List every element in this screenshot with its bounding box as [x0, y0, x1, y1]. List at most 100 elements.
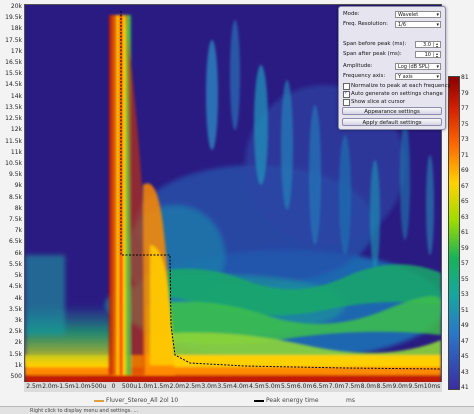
- span-before-label: Span before peak (ms):: [343, 41, 407, 47]
- frequency-axis-label: Frequency axis:: [343, 73, 386, 79]
- y-tick-label: 6.5k: [8, 238, 22, 246]
- show-slice-label: Show slice at cursor: [351, 99, 406, 105]
- x-tick-label: 2.0m: [42, 383, 58, 390]
- color-tick-label: 47: [461, 337, 469, 345]
- color-tick-label: 41: [461, 384, 469, 391]
- y-tick-label: 9.5k: [8, 171, 22, 179]
- y-tick-label: 12.5k: [5, 115, 22, 123]
- y-tick-label: 17.5k: [5, 36, 22, 44]
- show-slice-checkbox[interactable]: [343, 99, 350, 106]
- x-tick-label: 5.5m: [281, 383, 297, 390]
- x-tick-label: -500u: [88, 383, 107, 390]
- x-tick-label: 6.5m: [312, 383, 329, 390]
- normalize-checkbox[interactable]: [343, 83, 350, 90]
- x-tick-label: 10ms: [423, 383, 441, 390]
- legend: Fluver_Stereo_All 2ol 10 Peak energy tim…: [24, 396, 442, 406]
- x-tick-label: 3.5m: [217, 383, 233, 390]
- y-tick-label: 12k: [10, 126, 22, 134]
- x-tick-label: 4.5m: [249, 383, 265, 390]
- x-tick-label: 500u: [121, 383, 138, 390]
- color-tick-label: 45: [461, 353, 469, 360]
- y-tick-label: 17k: [10, 47, 22, 55]
- wavelet-settings-panel: Mode: Wavelet Freq. Resolution: 1/6 Span…: [338, 6, 451, 130]
- y-tick-label: 6k: [14, 249, 22, 257]
- y-tick-label: 500: [10, 373, 22, 380]
- freq-resolution-dropdown[interactable]: 1/6: [395, 21, 441, 29]
- y-tick-label: 5k: [14, 272, 22, 280]
- frequency-axis-dropdown[interactable]: Y axis: [395, 73, 441, 81]
- series-2-label: Peak energy time: [266, 397, 319, 404]
- span-after-input[interactable]: 10 ▴ ▾: [415, 51, 441, 59]
- legend-series-2[interactable]: Peak energy time: [254, 397, 319, 404]
- x-tick-label: 1.5m: [153, 383, 170, 390]
- amplitude-label: Amplitude:: [343, 63, 373, 69]
- frequency-axis: 20k 19.5k 18k 17.5k 17k 16.5k 15.5k 14.5k 14k 13.…: [0, 0, 24, 392]
- color-tick-label: 79: [461, 89, 469, 97]
- amplitude-dropdown[interactable]: Log (dB SPL): [395, 63, 441, 71]
- mode-label: Mode:: [343, 11, 360, 17]
- color-tick-label: 59: [461, 244, 469, 252]
- x-tick-label: 9.0m: [392, 383, 408, 390]
- series-1-swatch: [94, 399, 104, 402]
- y-tick-label: 4.5k: [8, 283, 22, 291]
- y-tick-label: 13.5k: [5, 103, 22, 111]
- x-tick-label: -1.0m: [72, 383, 91, 390]
- y-tick-label: 7.5k: [8, 216, 22, 224]
- y-tick-label: 9k: [14, 182, 22, 190]
- series-2-unit: ms: [346, 397, 355, 404]
- x-tick-label: 3.0m: [201, 383, 217, 390]
- color-tick-label: 61: [461, 229, 469, 236]
- y-tick-label: 4k: [14, 294, 22, 302]
- y-tick-label: 1k: [14, 361, 22, 369]
- color-scale-bar: [448, 76, 460, 390]
- auto-generate-checkbox[interactable]: [343, 90, 350, 98]
- x-tick-label: 2.0m: [169, 383, 185, 390]
- y-tick-label: 11.5k: [5, 137, 22, 145]
- x-tick-label: -1.5m: [57, 383, 75, 390]
- color-tick-label: 63: [461, 213, 469, 221]
- y-tick-label: 7k: [14, 227, 22, 235]
- apply-default-settings-button[interactable]: Apply default settings: [342, 118, 442, 126]
- legend-series-1[interactable]: Fluver_Stereo_All 2ol 10: [94, 397, 178, 404]
- color-tick-label: 81: [461, 74, 469, 81]
- color-tick-label: 57: [461, 260, 469, 267]
- y-tick-label: 3.5k: [8, 305, 22, 313]
- x-tick-label: 7.5m: [344, 383, 361, 390]
- span-after-label: Span after peak (ms):: [343, 51, 402, 57]
- x-tick-label: 9.5m: [408, 383, 424, 390]
- color-tick-label: 65: [461, 198, 469, 205]
- color-tick-label: 75: [461, 120, 469, 128]
- y-tick-label: 14.5k: [5, 81, 22, 89]
- appearance-settings-button[interactable]: Appearance settings: [342, 107, 442, 115]
- x-tick-label: 6.0m: [296, 383, 313, 390]
- y-tick-label: 8k: [14, 204, 22, 212]
- y-tick-label: 2k: [14, 339, 22, 347]
- y-tick-label: 8.5k: [8, 193, 22, 201]
- color-tick-label: 55: [461, 275, 469, 283]
- status-bar: Right click to display menu and settings…: [0, 406, 474, 414]
- y-tick-label: 18k: [10, 25, 22, 33]
- wavelet-spectrogram-window: 20k 19.5k 18k 17.5k 17k 16.5k 15.5k 14.5k 14k 13.…: [0, 0, 474, 414]
- y-tick-label: 2.5k: [8, 328, 22, 336]
- y-tick-label: 15.5k: [5, 70, 22, 78]
- y-tick-label: 5.5k: [8, 260, 22, 268]
- color-tick-label: 77: [461, 105, 469, 112]
- normalize-label: Normalize to peak at each frequency: [351, 83, 451, 89]
- span-before-input[interactable]: 3.0 ▴ ▾: [415, 41, 441, 49]
- color-tick-label: 53: [461, 291, 469, 298]
- x-tick-label: 0: [111, 383, 116, 390]
- color-tick-label: 49: [461, 322, 469, 329]
- color-tick-label: 43: [461, 368, 469, 376]
- x-tick-label: 1.0m: [137, 383, 154, 390]
- time-axis: 2.5m 2.0m -1.5m -1.0m -500u 0 500u 1.0m 1.5m 2.0m…: [24, 382, 442, 392]
- mode-dropdown[interactable]: Wavelet: [395, 11, 441, 19]
- x-tick-label: 8.0m: [360, 383, 377, 390]
- y-tick-label: 1.5k: [8, 350, 22, 358]
- y-tick-label: 14k: [10, 92, 22, 100]
- color-tick-label: 73: [461, 136, 469, 143]
- x-tick-label: 2.5m: [26, 383, 42, 390]
- y-tick-label: 19.5k: [5, 14, 22, 22]
- y-tick-label: 16.5k: [5, 59, 22, 67]
- series-2-swatch: [254, 399, 264, 402]
- x-tick-label: 8.5m: [376, 383, 392, 390]
